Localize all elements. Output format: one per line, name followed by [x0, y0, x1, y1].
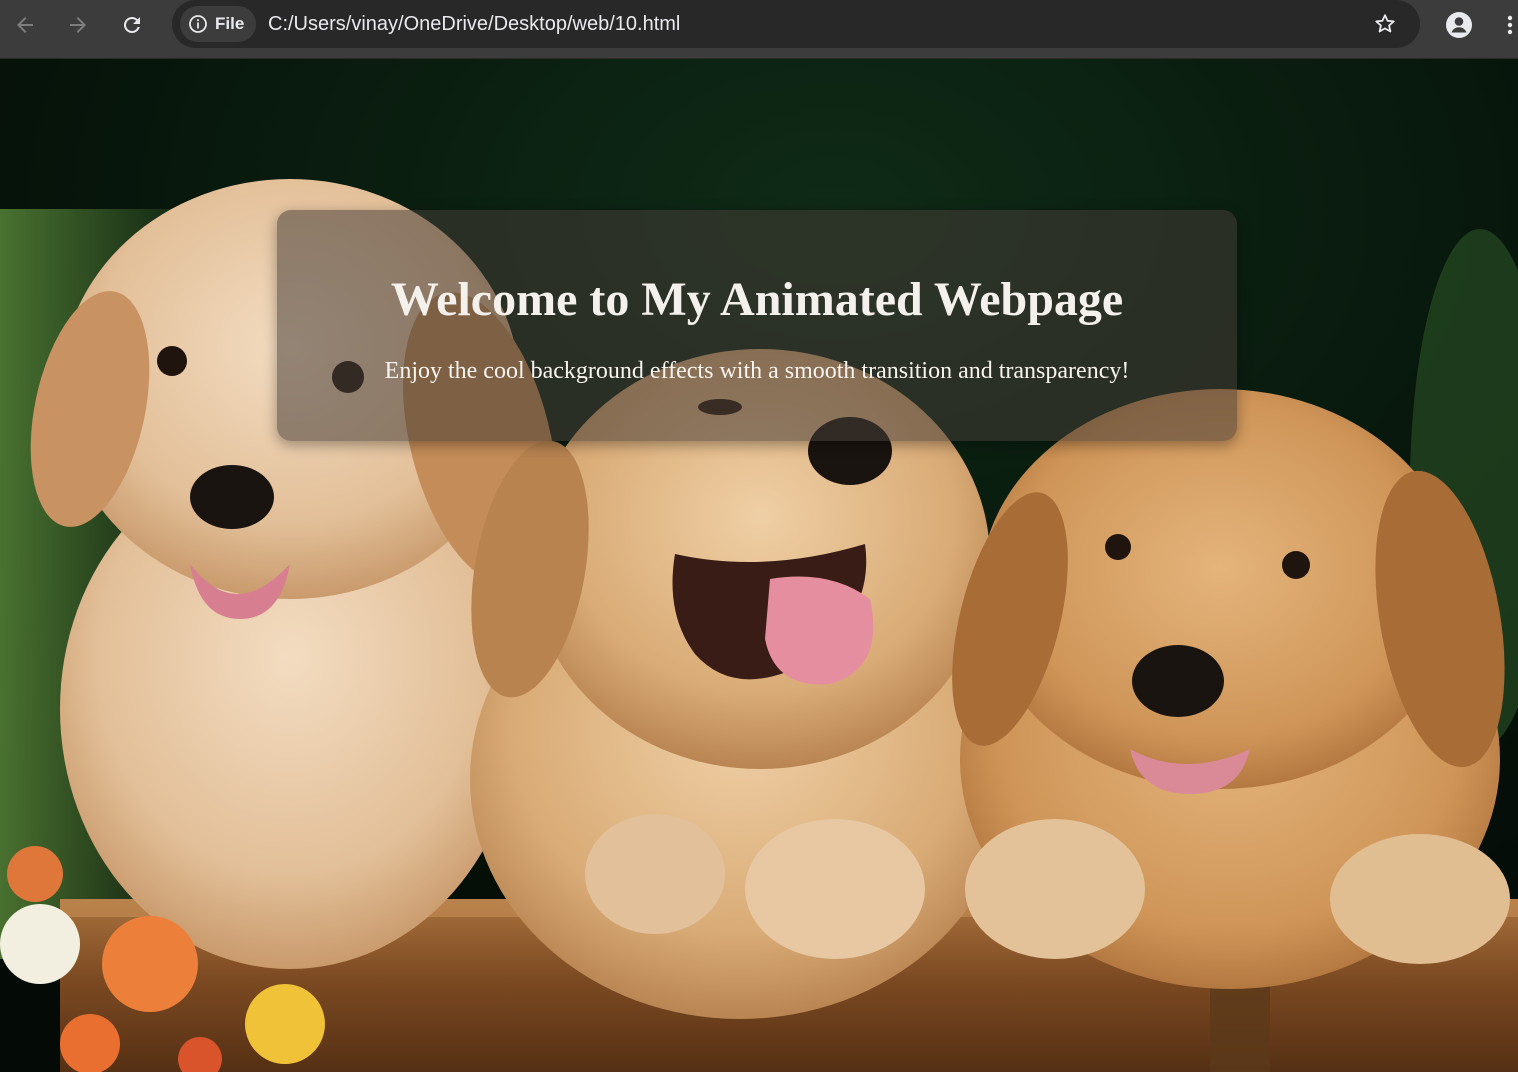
page-title: Welcome to My Animated Webpage — [390, 273, 1124, 326]
address-bar[interactable]: File C:/Users/vinay/OneDrive/Desktop/web… — [172, 0, 1420, 48]
kebab-menu-icon — [1507, 15, 1513, 35]
reload-button[interactable] — [117, 10, 147, 40]
page-viewport: Welcome to My Animated Webpage Enjoy the… — [0, 59, 1518, 1072]
browser-toolbar: File C:/Users/vinay/OneDrive/Desktop/web… — [0, 0, 1518, 59]
profile-button[interactable] — [1443, 9, 1475, 41]
person-icon — [1446, 12, 1472, 38]
site-info-label: File — [215, 14, 245, 33]
hero-card: Welcome to My Animated Webpage Enjoy the… — [277, 210, 1237, 441]
star-icon — [1375, 14, 1395, 33]
bookmark-button[interactable] — [1370, 9, 1400, 39]
back-button[interactable] — [10, 10, 40, 40]
browser-menu-button[interactable] — [1502, 9, 1518, 41]
site-info-button[interactable]: File — [180, 6, 257, 42]
forward-button[interactable] — [63, 10, 93, 40]
reload-icon — [124, 17, 140, 33]
url-text[interactable]: C:/Users/vinay/OneDrive/Desktop/web/10.h… — [268, 12, 680, 36]
info-icon — [189, 15, 207, 33]
arrow-right-icon — [70, 17, 86, 33]
arrow-left-icon — [17, 17, 33, 33]
page-subtitle: Enjoy the cool background effects with a… — [384, 358, 1130, 384]
